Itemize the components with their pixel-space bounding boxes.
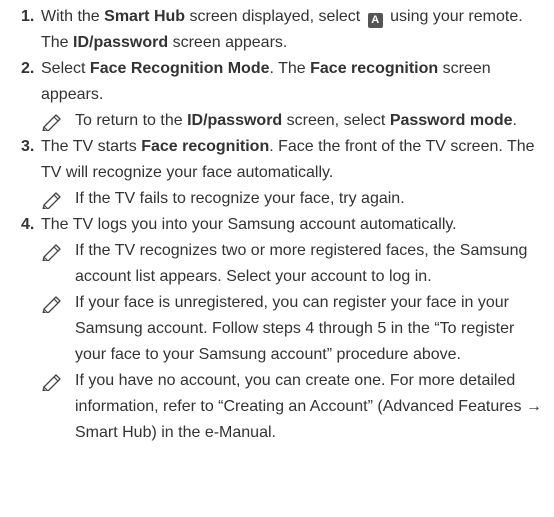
step-4: 4. The TV logs you into your Samsung acc… — [8, 212, 546, 446]
bold-term: ID/password — [187, 112, 283, 129]
step-number: 2. — [21, 60, 35, 77]
step-1: 1. With the Smart Hub screen displayed, … — [8, 4, 546, 56]
step-text: Select — [41, 60, 90, 77]
step-text: With the — [41, 8, 105, 25]
step-number: 3. — [21, 138, 35, 155]
step-number: 1. — [21, 8, 35, 25]
note: If you have no account, you can create o… — [41, 368, 546, 446]
pencil-note-icon — [41, 371, 65, 391]
note-text: If the TV recognizes two or more registe… — [75, 242, 528, 285]
bold-term: Face recognition — [141, 138, 270, 155]
note: If the TV recognizes two or more registe… — [41, 238, 546, 290]
pencil-note-icon — [41, 189, 65, 209]
note-text: If the TV fails to recognize your face, … — [75, 190, 405, 207]
step-text: screen appears. — [168, 34, 288, 51]
step-2: 2. Select Face Recognition Mode. The Fac… — [8, 56, 546, 134]
bold-term: Face recognition — [310, 60, 439, 77]
pencil-note-icon — [41, 293, 65, 313]
bold-term: ID/password — [73, 34, 169, 51]
pencil-note-icon — [41, 111, 65, 131]
bold-term: Smart Hub — [104, 8, 186, 25]
step-text: The TV starts — [41, 138, 142, 155]
pencil-note-icon — [41, 241, 65, 261]
a-button-icon: A — [367, 13, 383, 28]
step-text: . The — [269, 60, 311, 77]
bold-term: Face Recognition Mode — [89, 60, 270, 77]
note-text: To return to the — [75, 112, 188, 129]
note-text: If your face is unregistered, you can re… — [75, 294, 515, 363]
step-text: The TV logs you into your Samsung accoun… — [41, 216, 457, 233]
note-text: If you have no account, you can create o… — [75, 372, 542, 441]
note: If your face is unregistered, you can re… — [41, 290, 546, 368]
note-text: . — [512, 112, 517, 129]
step-text: screen displayed, select — [185, 8, 365, 25]
note: To return to the ID/password screen, sel… — [41, 108, 546, 134]
bold-term: Password mode — [389, 112, 513, 129]
step-3: 3. The TV starts Face recognition. Face … — [8, 134, 546, 212]
note: If the TV fails to recognize your face, … — [41, 186, 546, 212]
note-text: screen, select — [282, 112, 390, 129]
instruction-document: 1. With the Smart Hub screen displayed, … — [0, 0, 554, 446]
step-number: 4. — [21, 216, 35, 233]
